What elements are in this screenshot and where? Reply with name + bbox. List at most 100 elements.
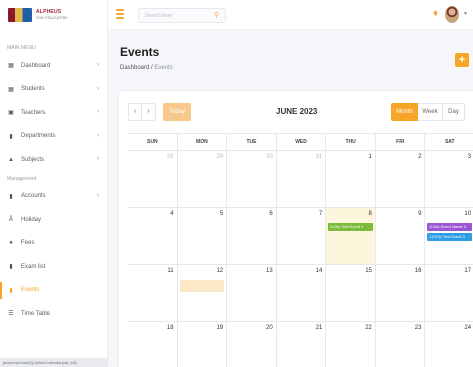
day-number: 29 xyxy=(216,154,224,160)
calendar-day[interactable]: 11 xyxy=(128,265,177,321)
week-view-button[interactable]: Week xyxy=(418,103,443,121)
calendar: ‹ › Today JUNE 2023 Month Week Day SUN M… xyxy=(118,90,473,367)
calendar-day[interactable]: 22 xyxy=(325,322,375,367)
event-time: 6:34a xyxy=(429,224,440,229)
calendar-day-today[interactable]: 8 5:20p Test Event 1 xyxy=(325,208,375,264)
month-view-button[interactable]: Month xyxy=(391,103,418,121)
sidebar-item-label: Teachers xyxy=(21,109,46,116)
day-number: 17 xyxy=(464,268,472,274)
calendar-day[interactable]: 15 xyxy=(325,265,375,321)
management-label: Management xyxy=(7,175,37,182)
sidebar-item-events[interactable]: ▮ Events xyxy=(0,279,107,303)
calendar-day[interactable]: 6 xyxy=(226,208,276,264)
brand[interactable]: ALPHEUS THE EDUCATOR xyxy=(0,0,107,30)
today-button[interactable]: Today xyxy=(163,103,191,121)
sidebar: ALPHEUS THE EDUCATOR MAIN MENU ▦ Dashboa… xyxy=(0,0,108,367)
menu-toggle-icon[interactable] xyxy=(116,9,124,19)
breadcrumb: Dashboard / Events xyxy=(120,65,173,71)
chevron-right-icon: › xyxy=(97,62,99,68)
brand-subtitle: THE EDUCATOR xyxy=(36,15,68,20)
breadcrumb-separator: / xyxy=(151,65,153,71)
weekday-label: WED xyxy=(275,134,326,150)
sidebar-item-students[interactable]: ▦ Students › xyxy=(0,78,107,102)
calendar-day[interactable]: 29 xyxy=(176,151,227,207)
sidebar-item-fees[interactable]: ● Fees xyxy=(0,232,107,256)
calendar-day[interactable]: 21 xyxy=(275,322,326,367)
sidebar-item-subjects[interactable]: ▲ Subjects › xyxy=(0,148,107,172)
avatar[interactable] xyxy=(445,6,459,23)
calendar-day[interactable]: 3 xyxy=(424,151,473,207)
chevron-right-icon: › xyxy=(97,192,99,199)
calendar-day[interactable]: 5 xyxy=(176,208,227,264)
calendar-day[interactable]: 23 xyxy=(374,322,425,367)
calendar-day[interactable]: 2 xyxy=(374,151,425,207)
event-time: 12:07p xyxy=(429,234,442,239)
calendar-day[interactable]: 20 xyxy=(226,322,276,367)
weekday-label: SAT xyxy=(424,134,473,150)
day-number: 12 xyxy=(216,268,224,274)
calendar-day[interactable]: 31 xyxy=(275,151,326,207)
event-title: Test Event 3 xyxy=(442,234,465,239)
event-title: Event Name 4 xyxy=(440,224,466,229)
breadcrumb-dashboard[interactable]: Dashboard xyxy=(120,65,149,71)
sidebar-item-label: Dashboard xyxy=(21,62,51,69)
calendar-day[interactable]: 7 xyxy=(275,208,326,264)
chevron-down-icon[interactable]: ▼ xyxy=(463,11,468,17)
sidebar-item-time-table[interactable]: ☰ Time Table xyxy=(0,302,107,326)
calendar-week: 28 29 30 31 1 2 3 xyxy=(128,151,473,208)
sidebar-item-departments[interactable]: ▮ Departments › xyxy=(0,125,107,149)
page-title: Events xyxy=(120,45,160,59)
sidebar-item-accounts[interactable]: ▮ Accounts › xyxy=(0,185,107,209)
prev-month-button[interactable]: ‹ xyxy=(128,103,142,121)
search-input[interactable]: Search here ⚲ xyxy=(138,8,226,23)
top-bar: Search here ⚲ ♦ ▼ xyxy=(108,0,473,30)
calendar-day[interactable]: 13 xyxy=(226,265,276,321)
event-chip[interactable]: 6:34a Event Name 4 xyxy=(427,223,473,231)
sidebar-item-teachers[interactable]: ▣ Teachers › xyxy=(0,101,107,125)
calendar-day[interactable]: 4 xyxy=(128,208,177,264)
calendar-day[interactable]: 1 xyxy=(325,151,375,207)
next-month-button[interactable]: › xyxy=(142,103,156,121)
calendar-day[interactable]: 16 xyxy=(374,265,425,321)
calendar-day[interactable]: 12 xyxy=(176,265,227,321)
day-number: 10 xyxy=(464,211,472,217)
calendar-day[interactable]: 19 xyxy=(176,322,227,367)
calendar-day[interactable]: 28 xyxy=(128,151,177,207)
search-icon[interactable]: ⚲ xyxy=(214,11,219,19)
calendar-day[interactable]: 14 xyxy=(275,265,326,321)
event-chip[interactable]: 5:20p Test Event 1 xyxy=(328,223,373,231)
sidebar-item-label: Exam list xyxy=(21,263,46,270)
chevron-right-icon: › xyxy=(97,156,99,162)
day-number: 23 xyxy=(414,325,422,331)
notification-bell-icon[interactable]: ♦ xyxy=(433,8,438,19)
chevron-right-icon: › xyxy=(97,109,99,115)
calendar-day[interactable]: 17 xyxy=(424,265,473,321)
event-title: Test Event 1 xyxy=(341,224,364,229)
day-number: 31 xyxy=(315,154,323,160)
event-chip[interactable]: 12:07p Test Event 3 xyxy=(427,233,473,241)
day-number: 9 xyxy=(418,211,422,217)
sidebar-item-dashboard[interactable]: ▦ Dashboard › xyxy=(0,54,107,78)
calendar-day[interactable]: 30 xyxy=(226,151,276,207)
calendar-day[interactable]: 24 xyxy=(424,322,473,367)
add-event-button[interactable]: + xyxy=(455,53,469,67)
calendar-week: 11 12 13 14 15 16 17 xyxy=(128,265,473,322)
calendar-day[interactable]: 18 xyxy=(128,322,177,367)
students-icon: ▦ xyxy=(8,86,14,93)
weekday-label: FRI xyxy=(374,134,425,150)
day-view-button[interactable]: Day xyxy=(443,103,465,121)
day-number: 14 xyxy=(315,268,323,274)
calendar-day[interactable]: 10 6:34a Event Name 4 12:07p Test Event … xyxy=(424,208,473,264)
day-number: 11 xyxy=(167,268,174,274)
calendar-day[interactable]: 9 xyxy=(374,208,425,264)
sidebar-item-holiday[interactable]: Å Holiday xyxy=(0,208,107,232)
sidebar-item-label: Departments xyxy=(21,133,56,140)
day-number: 7 xyxy=(318,211,323,217)
browser-status-url: javascript:void(0);ArticleCalendar(cal_i… xyxy=(0,358,108,367)
sidebar-item-label: Students xyxy=(21,86,45,93)
day-number: 6 xyxy=(269,211,273,217)
day-number: 18 xyxy=(166,325,174,331)
fees-icon: ● xyxy=(9,240,13,247)
sidebar-item-exam-list[interactable]: ▮ Exam list xyxy=(0,255,107,279)
school-logo xyxy=(8,8,32,22)
